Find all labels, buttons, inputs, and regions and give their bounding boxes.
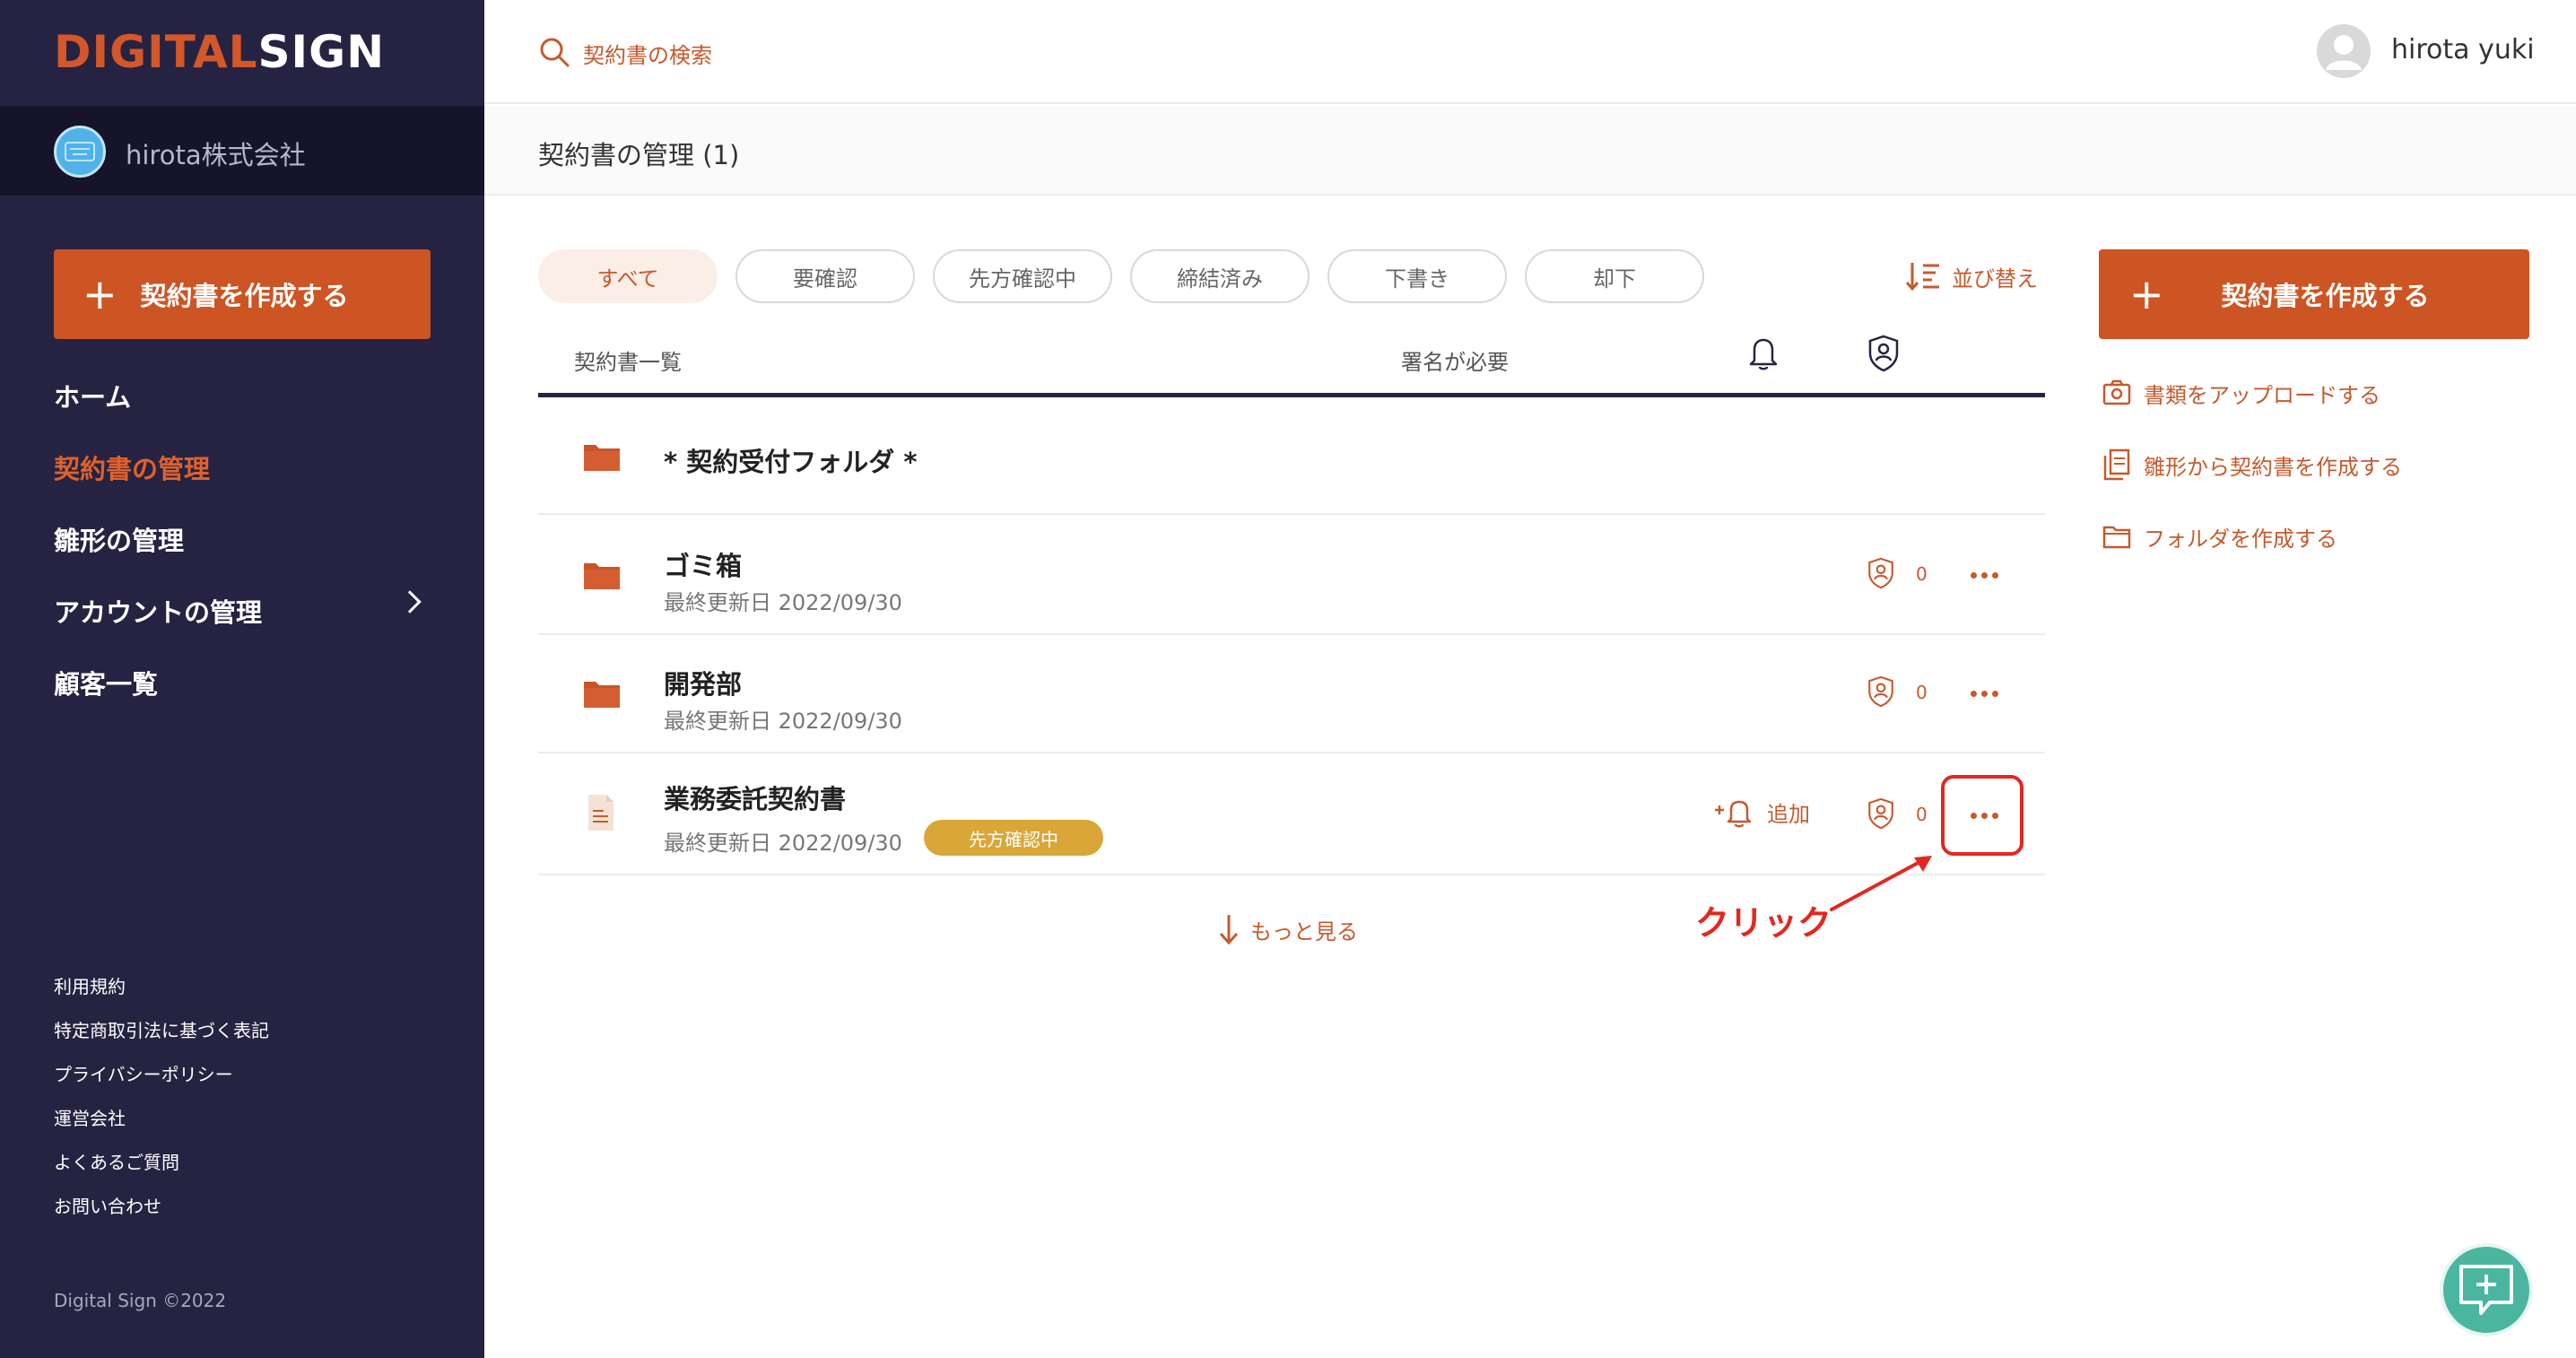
shield-user-icon bbox=[1868, 335, 1899, 372]
filter-tab-rejected[interactable]: 却下 bbox=[1525, 249, 1704, 303]
shield-user-icon bbox=[1868, 557, 1893, 589]
sidebar: DIGITALSIGN hirota株式会社 + 契約書を作成する ホーム 契約… bbox=[0, 0, 484, 1358]
sidebar-create-label: 契約書を作成する bbox=[140, 281, 349, 311]
page-header: 契約書の管理 (1) bbox=[484, 106, 2576, 196]
more-options-button[interactable] bbox=[1964, 680, 2004, 707]
filter-tab-awaiting-counterparty[interactable]: 先方確認中 bbox=[933, 249, 1112, 303]
row-name[interactable]: * 契約受付フォルダ * bbox=[664, 441, 918, 479]
footer-link-company[interactable]: 運営会社 bbox=[54, 1104, 126, 1130]
create-contract-button[interactable]: + 契約書を作成する bbox=[2099, 249, 2529, 339]
create-from-template-label: 雛形から契約書を作成する bbox=[2144, 454, 2402, 480]
bell-icon bbox=[1749, 338, 1778, 370]
create-from-template-link[interactable]: 雛形から契約書を作成する bbox=[2102, 448, 2402, 481]
plus-icon: + bbox=[2129, 270, 2164, 318]
page-title: 契約書の管理 (1) bbox=[538, 140, 740, 170]
footer-link-contact[interactable]: お問い合わせ bbox=[54, 1192, 161, 1218]
column-header-list: 契約書一覧 bbox=[574, 350, 682, 375]
user-name[interactable]: hirota yuki bbox=[2391, 34, 2535, 65]
user-avatar-icon[interactable] bbox=[2316, 23, 2371, 79]
search-icon[interactable] bbox=[538, 36, 570, 68]
row-divider bbox=[538, 874, 2045, 875]
signature-count: 0 bbox=[1916, 563, 1928, 585]
search-input[interactable]: 契約書の検索 bbox=[583, 38, 712, 69]
add-notification-button[interactable]: 追加 bbox=[1713, 797, 1810, 828]
filter-tab-signed[interactable]: 締結済み bbox=[1130, 249, 1310, 303]
row-divider bbox=[538, 513, 2045, 515]
folder-icon bbox=[584, 682, 620, 708]
upload-document-label: 書類をアップロードする bbox=[2144, 382, 2380, 408]
footer-link-terms[interactable]: 利用規約 bbox=[54, 972, 126, 998]
row-divider bbox=[538, 752, 2045, 753]
upload-document-link[interactable]: 書類をアップロードする bbox=[2102, 377, 2380, 409]
chat-plus-icon bbox=[2459, 1265, 2513, 1315]
signature-count: 0 bbox=[1916, 804, 1928, 825]
click-annotation: クリック bbox=[1695, 903, 1832, 943]
arrow-down-icon bbox=[1219, 915, 1239, 945]
logo-part-digital: DIGITAL bbox=[54, 26, 258, 78]
create-folder-link[interactable]: フォルダを作成する bbox=[2102, 520, 2337, 553]
folder-outline-icon bbox=[2102, 526, 2131, 549]
camera-icon bbox=[2102, 379, 2131, 405]
row-updated-date: 最終更新日 2022/09/30 bbox=[664, 831, 902, 856]
sidebar-item-home[interactable]: ホーム bbox=[54, 377, 131, 414]
load-more-button[interactable]: もっと見る bbox=[1216, 913, 1358, 945]
create-folder-label: フォルダを作成する bbox=[2144, 526, 2337, 552]
sort-label: 並び替え bbox=[1952, 266, 2038, 292]
click-highlight-box bbox=[1941, 775, 2023, 856]
plus-icon: + bbox=[83, 270, 117, 318]
status-badge: 先方確認中 bbox=[924, 820, 1103, 856]
footer-link-privacy[interactable]: プライバシーポリシー bbox=[54, 1060, 233, 1086]
logo-part-sign: SIGN bbox=[257, 26, 386, 78]
filter-tab-draft[interactable]: 下書き bbox=[1327, 249, 1507, 303]
template-icon bbox=[2103, 448, 2130, 481]
chat-button[interactable] bbox=[2440, 1243, 2533, 1336]
bell-plus-icon bbox=[1715, 800, 1752, 827]
company-switcher[interactable]: hirota株式会社 bbox=[0, 106, 484, 196]
more-options-button[interactable] bbox=[1964, 561, 2004, 588]
sidebar-item-contracts[interactable]: 契約書の管理 bbox=[54, 448, 210, 486]
company-name: hirota株式会社 bbox=[126, 140, 306, 170]
sidebar-item-account[interactable]: アカウントの管理 bbox=[54, 592, 262, 630]
add-notification-label: 追加 bbox=[1767, 802, 1810, 827]
top-bar: 契約書の検索 hirota yuki bbox=[484, 0, 2576, 104]
sidebar-create-contract-button[interactable]: + 契約書を作成する bbox=[54, 249, 431, 339]
table-header-divider bbox=[538, 393, 2045, 397]
filter-tab-needs-review[interactable]: 要確認 bbox=[735, 249, 915, 303]
row-divider bbox=[538, 633, 2045, 635]
shield-user-icon bbox=[1868, 675, 1893, 708]
shield-user-icon bbox=[1868, 797, 1893, 830]
chevron-right-icon[interactable] bbox=[398, 590, 422, 614]
row-name[interactable]: 業務委託契約書 bbox=[664, 779, 846, 816]
footer-link-faq[interactable]: よくあるご質問 bbox=[54, 1148, 179, 1174]
row-name[interactable]: 開発部 bbox=[664, 664, 742, 701]
arrow-icon bbox=[1830, 856, 1932, 911]
row-name[interactable]: ゴミ箱 bbox=[664, 545, 742, 583]
folder-icon bbox=[584, 445, 620, 471]
create-contract-label: 契約書を作成する bbox=[2221, 281, 2430, 311]
signature-count: 0 bbox=[1916, 682, 1928, 703]
logo[interactable]: DIGITALSIGN bbox=[54, 29, 385, 75]
document-icon bbox=[588, 795, 614, 831]
filter-tab-all[interactable]: すべて bbox=[538, 249, 718, 303]
footer-link-commercial-law[interactable]: 特定商取引法に基づく表記 bbox=[54, 1016, 269, 1042]
row-updated-date: 最終更新日 2022/09/30 bbox=[664, 590, 902, 615]
folder-icon bbox=[584, 563, 620, 589]
row-updated-date: 最終更新日 2022/09/30 bbox=[664, 709, 902, 734]
company-logo-icon bbox=[54, 126, 106, 178]
sidebar-item-templates[interactable]: 雛形の管理 bbox=[54, 520, 184, 558]
load-more-label: もっと見る bbox=[1250, 918, 1358, 945]
sidebar-item-customers[interactable]: 顧客一覧 bbox=[54, 664, 158, 701]
sort-icon bbox=[1905, 263, 1939, 292]
copyright: Digital Sign ©2022 bbox=[54, 1290, 227, 1311]
sort-button[interactable]: 並び替え bbox=[1905, 260, 2038, 292]
column-header-signature-required: 署名が必要 bbox=[1401, 350, 1509, 375]
